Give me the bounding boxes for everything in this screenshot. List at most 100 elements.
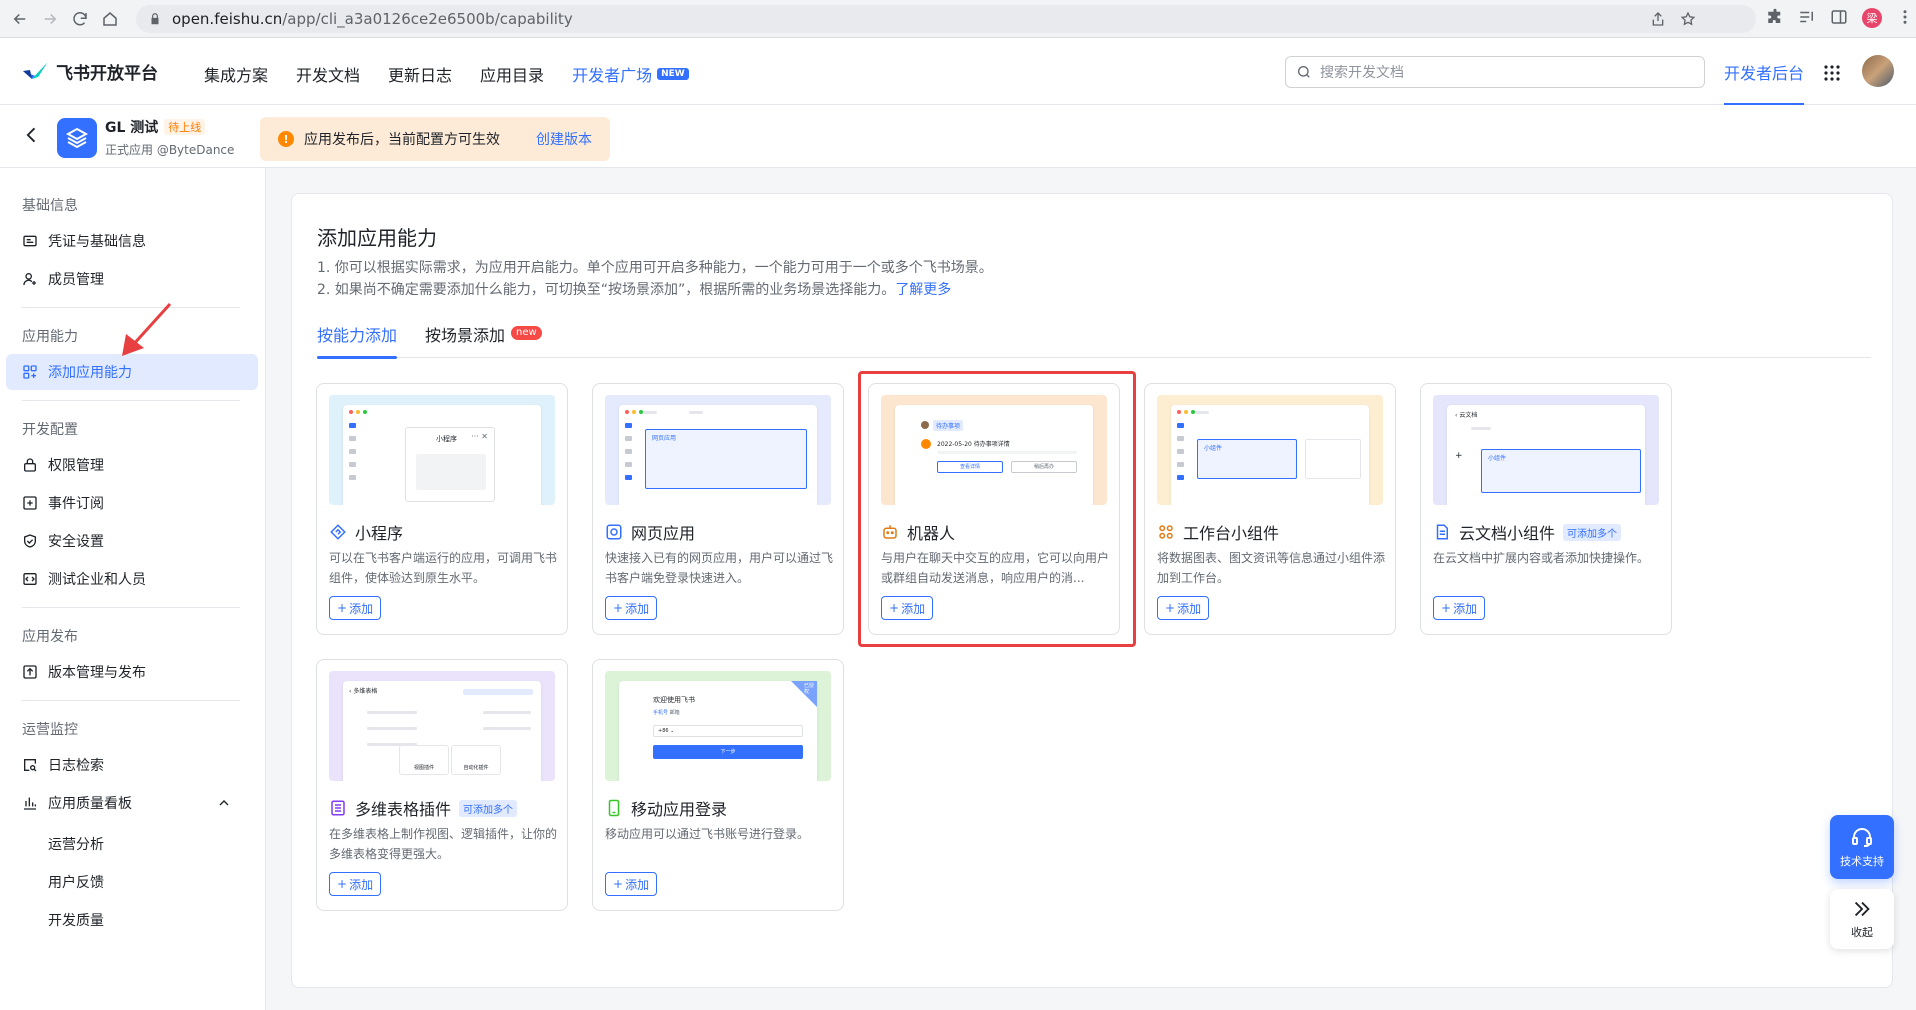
panel-description-2-text: 2. 如果尚不确定需要添加什么能力，可切换至“按场景添加”，根据所需的业务场景选… [317, 282, 896, 298]
add-button[interactable]: + 添加 [605, 872, 658, 896]
sidebar-group-monitoring: 运营监控 [22, 722, 78, 738]
card-title: 小程序 [329, 520, 403, 544]
tab-by-scenario[interactable]: 按场景添加 new [425, 322, 542, 358]
sidebar-item-credentials[interactable]: 凭证与基础信息 [6, 223, 258, 259]
sidebar-item-label: 事件订阅 [48, 496, 104, 512]
sidebar-item-test-tenants[interactable]: 测试企业和人员 [6, 561, 258, 597]
tech-support-button[interactable]: 技术支持 [1830, 815, 1894, 879]
sidebar-group-capability: 应用能力 [22, 329, 78, 345]
add-button[interactable]: + 添加 [605, 596, 658, 620]
widget-icon [1159, 525, 1173, 539]
bookmark-star-icon[interactable] [1680, 11, 1696, 27]
create-version-link[interactable]: 创建版本 [536, 129, 592, 149]
card-description: 快速接入已有的网页应用，用户可以通过飞书客户端免登录快速进入。 [605, 551, 834, 585]
card-description: 移动应用可以通过飞书账号进行登录。 [605, 827, 810, 841]
app-name: GL 测试 待上线 [105, 117, 206, 137]
nav-developer-plaza[interactable]: 开发者广场 NEW [572, 62, 689, 86]
preview-box: 小组件 [1481, 449, 1641, 493]
lock-icon [24, 458, 36, 472]
plus-icon: + [613, 601, 624, 615]
home-icon[interactable] [98, 7, 122, 31]
capability-card-doc-widget: ‹ 云文档 + 小组件 云文档小组件 可添加多个 在云文档中扩展内容或者添加快捷… [1420, 383, 1672, 635]
annotation-arrow-icon [122, 302, 172, 356]
publish-notice: ! 应用发布后，当前配置方可生效 创建版本 [260, 117, 610, 161]
chevron-up-icon[interactable] [216, 795, 232, 811]
add-button[interactable]: + 添加 [329, 872, 382, 896]
sidebar-subitem-operation-analysis[interactable]: 运营分析 [48, 834, 104, 854]
developer-console-link[interactable]: 开发者后台 [1724, 60, 1805, 105]
bitable-icon [331, 800, 345, 816]
card-preview: 网页应用 [605, 395, 831, 505]
nav-app-directory[interactable]: 应用目录 [480, 62, 544, 86]
address-bar[interactable]: open.feishu.cn/app/cli_a3a0126ce2e6500b/… [136, 5, 1756, 33]
nav-developer-plaza-label: 开发者广场 [572, 66, 653, 85]
user-avatar[interactable] [1862, 55, 1894, 87]
media-queue-icon[interactable] [1798, 8, 1816, 26]
sidebar-subitem-dev-quality[interactable]: 开发质量 [48, 910, 104, 930]
reload-icon[interactable] [68, 7, 92, 31]
search-icon [1298, 66, 1310, 78]
apps-add-icon [23, 365, 37, 379]
side-panel-icon[interactable] [1830, 8, 1848, 26]
sidebar-item-log-search[interactable]: 日志检索 [6, 747, 258, 783]
preview-text: 欢迎使用飞书 [653, 696, 695, 704]
add-button[interactable]: + 添加 [1433, 596, 1486, 620]
browser-extensions: 梁 [1766, 8, 1914, 28]
card-title: 多维表格插件 可添加多个 [329, 796, 518, 820]
back-chevron-icon[interactable] [22, 125, 42, 145]
app-subtitle: 正式应用 @ByteDance [105, 143, 235, 157]
preview-popup: 小程序 ··· ✕ [405, 427, 495, 502]
learn-more-link[interactable]: 了解更多 [895, 282, 951, 298]
sidebar-item-label: 成员管理 [48, 272, 104, 288]
sidebar-item-events[interactable]: 事件订阅 [6, 485, 258, 521]
card-description: 将数据图表、图文资讯等信息通过小组件添加到工作台。 [1157, 551, 1386, 585]
nav-solutions[interactable]: 集成方案 [204, 62, 268, 86]
lock-icon [151, 13, 159, 25]
capability-card-mobile-login: 欢迎使用飞书 手机号 邮箱 +86 ⌄ 下一步 已授权 移动应用登录 移动应用可… [592, 659, 844, 911]
add-button[interactable]: + 添加 [1157, 596, 1210, 620]
preview-window: ‹ 多维表格 视图插件 自动化插件 [343, 681, 541, 781]
tech-support-label: 技术支持 [1840, 855, 1884, 868]
puzzle-icon[interactable] [1766, 8, 1784, 26]
share-icon[interactable] [1650, 11, 1666, 27]
layers-icon [65, 127, 89, 149]
nav-docs[interactable]: 开发文档 [296, 62, 360, 86]
back-icon[interactable] [8, 7, 32, 31]
sidebar-divider [22, 607, 240, 608]
robot-card-highlight [858, 371, 1136, 647]
preview-chip: 自动化插件 [451, 745, 501, 775]
brand[interactable]: 飞书开放平台 [22, 59, 158, 84]
sidebar-item-version-release[interactable]: 版本管理与发布 [6, 654, 258, 690]
plus-icon: + [337, 877, 348, 891]
collapse-button[interactable]: 收起 [1830, 889, 1894, 949]
sidebar-item-members[interactable]: 成员管理 [6, 261, 258, 297]
card-title: 网页应用 [605, 520, 695, 544]
sidebar-item-security[interactable]: 安全设置 [6, 523, 258, 559]
preview-window: 小程序 ··· ✕ [343, 405, 541, 505]
apps-grid-icon[interactable] [1823, 64, 1841, 82]
capability-card-workplace-widget: 小组件 工作台小组件 将数据图表、图文资讯等信息通过小组件添加到工作台。 + 添加 [1144, 383, 1396, 635]
sidebar-item-permissions[interactable]: 权限管理 [6, 447, 258, 483]
card-title-text: 工作台小组件 [1183, 524, 1280, 543]
code-icon [23, 573, 37, 585]
nav-changelog[interactable]: 更新日志 [388, 62, 452, 86]
sidebar-item-label: 添加应用能力 [48, 365, 132, 381]
multi-add-badge: 可添加多个 [1563, 523, 1622, 541]
more-vert-icon[interactable] [1896, 8, 1914, 26]
sidebar-subitem-user-feedback[interactable]: 用户反馈 [48, 872, 104, 892]
plus-icon: + [1165, 601, 1176, 615]
forward-icon[interactable] [38, 7, 62, 31]
capability-card-web-app: 网页应用 网页应用 快速接入已有的网页应用，用户可以通过飞书客户端免登录快速进入… [592, 383, 844, 635]
preview-tab: 手机号 邮箱 [653, 710, 680, 716]
tab-label: 按能力添加 [317, 326, 398, 345]
card-description: 在云文档中扩展内容或者添加快捷操作。 [1433, 551, 1650, 565]
card-preview: 欢迎使用飞书 手机号 邮箱 +86 ⌄ 下一步 已授权 [605, 671, 831, 781]
sidebar-item-quality-dashboard[interactable]: 应用质量看板 [6, 785, 258, 821]
tab-by-capability[interactable]: 按能力添加 [317, 322, 398, 359]
sidebar-group-release: 应用发布 [22, 629, 78, 645]
sidebar-item-label: 安全设置 [48, 534, 104, 550]
browser-profile-avatar[interactable]: 梁 [1862, 8, 1882, 28]
add-button[interactable]: + 添加 [329, 596, 382, 620]
search-input[interactable]: 搜索开发文档 [1285, 56, 1705, 88]
sidebar: 基础信息 凭证与基础信息 成员管理 应用能力 添加应用能力 开发配置 权限管理 … [0, 168, 266, 1010]
